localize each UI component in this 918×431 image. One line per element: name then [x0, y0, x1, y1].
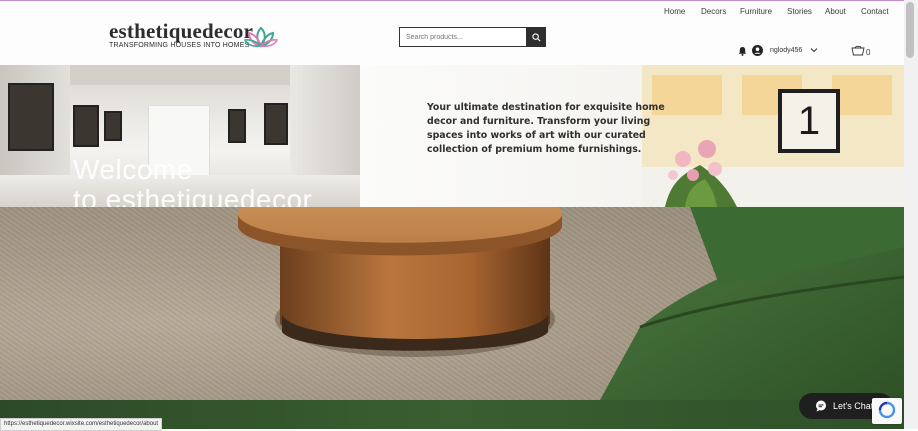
hero-intro-panel: 1 Your ultimate destination for exquisit… [360, 65, 904, 207]
nav-contact[interactable]: Contact [861, 7, 889, 16]
number-frame: 1 [778, 89, 840, 153]
nav-furniture[interactable]: Furniture [740, 7, 772, 16]
window-pane [832, 75, 892, 115]
recaptcha-icon [878, 401, 896, 419]
welcome-line-1: Welcome [73, 154, 193, 185]
nav-stories[interactable]: Stories [787, 7, 812, 16]
hero-description: Your ultimate destination for exquisite … [427, 102, 665, 155]
nav-home[interactable]: Home [664, 7, 685, 16]
logo-tagline: TRANSFORMING HOUSES INTO HOMES [109, 42, 250, 49]
user-avatar-icon[interactable] [752, 45, 763, 56]
cart-icon[interactable] [851, 45, 865, 57]
gallery-artwork [228, 109, 246, 143]
site-logo[interactable]: esthetiquedecor TRANSFORMING HOUSES INTO… [109, 19, 254, 50]
chat-label: Let's Chat! [833, 401, 876, 411]
rug-table-image [0, 207, 904, 400]
nav-decors[interactable]: Decors [701, 7, 726, 16]
hero-gallery-image: Welcome to esthetiquedecor [0, 65, 360, 207]
bell-icon[interactable] [738, 46, 747, 56]
gallery-artwork [8, 83, 54, 151]
search-icon [531, 32, 540, 41]
page-scrollbar[interactable] [904, 0, 918, 429]
search-input[interactable] [399, 27, 526, 47]
chevron-down-icon[interactable] [810, 46, 818, 54]
gallery-artwork [73, 105, 99, 147]
gallery-artwork [104, 111, 122, 141]
hero-welcome-heading: Welcome to esthetiquedecor [73, 154, 313, 208]
recaptcha-badge[interactable] [872, 398, 902, 424]
nav-about[interactable]: About [825, 7, 846, 16]
site-header: esthetiquedecor TRANSFORMING HOUSES INTO… [0, 1, 904, 65]
welcome-line-2: to esthetiquedecor [73, 184, 313, 208]
username-label[interactable]: nglody456 [770, 47, 802, 54]
cart-count[interactable]: 0 [866, 48, 870, 57]
scrollbar-thumb[interactable] [906, 2, 914, 58]
gallery-artwork [264, 103, 288, 145]
status-bar-url: https://esthetiquedecor.wixsite.com/esth… [0, 418, 163, 431]
search-button[interactable] [526, 27, 546, 47]
lotus-logo-icon[interactable] [244, 25, 278, 51]
logo-name: esthetiquedecor [109, 19, 254, 43]
chat-bubble-icon [816, 400, 826, 412]
coffee-table-image [238, 207, 904, 400]
